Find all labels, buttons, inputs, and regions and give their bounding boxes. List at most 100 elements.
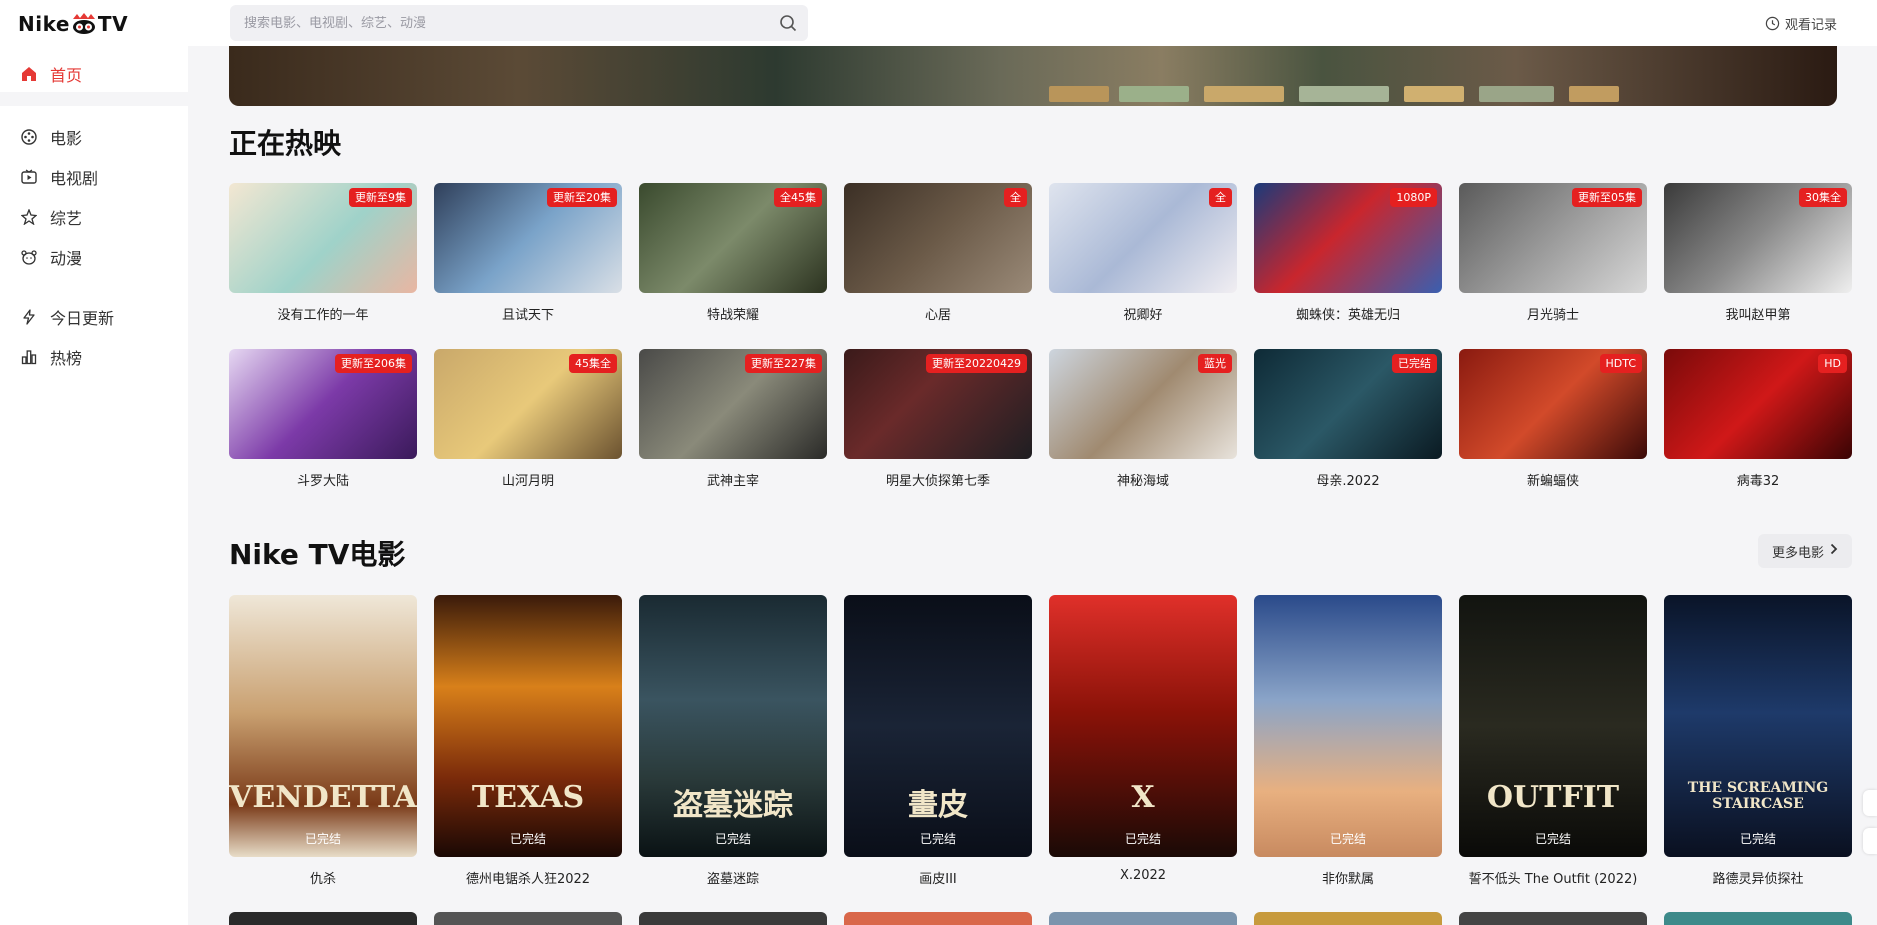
card-title[interactable]: 路德灵异侦探社: [1664, 868, 1852, 887]
partial-poster[interactable]: [434, 912, 622, 925]
card-title[interactable]: 祝卿好: [1049, 304, 1237, 323]
partial-poster[interactable]: [229, 912, 417, 925]
movie-card[interactable]: 盗墓迷踪 已完结盗墓迷踪: [639, 595, 827, 887]
nav-tv[interactable]: 电视剧: [20, 165, 98, 189]
partial-poster[interactable]: [1049, 912, 1237, 925]
now-playing-card[interactable]: 全45集特战荣耀: [639, 183, 827, 323]
card-title[interactable]: 誓不低头 The Outfit (2022): [1459, 868, 1647, 887]
now-playing-card[interactable]: HD 病毒32: [1664, 349, 1852, 489]
now-playing-card[interactable]: 全心居: [844, 183, 1032, 323]
card-title[interactable]: 非你默属: [1254, 868, 1442, 887]
card-title[interactable]: 病毒32: [1664, 470, 1852, 489]
now-playing-card[interactable]: 更新至9集没有工作的一年: [229, 183, 417, 323]
now-playing-card[interactable]: 45集全山河月明: [434, 349, 622, 489]
movie-card[interactable]: TEXAS 已完结德州电锯杀人狂2022: [434, 595, 622, 887]
movie-card[interactable]: X 已完结 X.2022: [1049, 595, 1237, 883]
movie-poster[interactable]: VENDETTA 已完结: [229, 595, 417, 857]
card-title[interactable]: 德州电锯杀人狂2022: [434, 868, 622, 887]
movie-card[interactable]: VENDETTA 已完结仇杀: [229, 595, 417, 887]
search-icon[interactable]: [768, 5, 808, 41]
now-playing-card[interactable]: 全祝卿好: [1049, 183, 1237, 323]
now-playing-card[interactable]: 30集全我叫赵甲第: [1664, 183, 1852, 323]
movie-poster[interactable]: 盗墓迷踪 已完结: [639, 595, 827, 857]
movie-poster[interactable]: THE SCREAMING STAIRCASE 已完结: [1664, 595, 1852, 857]
card-title[interactable]: 蜘蛛侠：英雄无归: [1254, 304, 1442, 323]
movie-card[interactable]: 畫皮 已完结画皮III: [844, 595, 1032, 887]
feedback-icon[interactable]: [1863, 828, 1877, 854]
now-playing-card[interactable]: 更新至20220429 明星大侦探第七季: [844, 349, 1032, 489]
card-title[interactable]: 且试天下: [434, 304, 622, 323]
nav-anime[interactable]: 动漫: [20, 245, 82, 269]
poster-thumbnail[interactable]: HDTC: [1459, 349, 1647, 459]
partial-poster[interactable]: [844, 912, 1032, 925]
card-title[interactable]: 明星大侦探第七季: [844, 470, 1032, 489]
now-playing-card[interactable]: 已完结母亲.2022: [1254, 349, 1442, 489]
search-input[interactable]: [230, 15, 768, 31]
poster-thumbnail[interactable]: 更新至9集: [229, 183, 417, 293]
card-title[interactable]: 武神主宰: [639, 470, 827, 489]
card-title[interactable]: 我叫赵甲第: [1664, 304, 1852, 323]
now-playing-card[interactable]: HDTC 新蝙蝠侠: [1459, 349, 1647, 489]
poster-thumbnail[interactable]: 更新至05集: [1459, 183, 1647, 293]
movie-card[interactable]: OUTFIT 已完结誓不低头 The Outfit (2022): [1459, 595, 1647, 887]
movie-poster[interactable]: OUTFIT 已完结: [1459, 595, 1647, 857]
card-title[interactable]: 神秘海域: [1049, 470, 1237, 489]
nav-movies-label: 电影: [50, 129, 83, 148]
nav-today[interactable]: 今日更新: [20, 305, 114, 329]
poster-title-art: OUTFIT: [1486, 780, 1620, 815]
poster-thumbnail[interactable]: 已完结: [1254, 349, 1442, 459]
nav-movies[interactable]: 电影: [20, 125, 82, 149]
poster-thumbnail[interactable]: 30集全: [1664, 183, 1852, 293]
watch-history-link[interactable]: 观看记录: [1765, 14, 1837, 33]
movie-poster[interactable]: TEXAS 已完结: [434, 595, 622, 857]
nav-variety[interactable]: 综艺: [20, 205, 82, 229]
card-title[interactable]: 没有工作的一年: [229, 304, 417, 323]
poster-thumbnail[interactable]: HD: [1664, 349, 1852, 459]
partial-poster[interactable]: [1664, 912, 1852, 925]
card-title[interactable]: 特战荣耀: [639, 304, 827, 323]
nav-hot[interactable]: 热榜: [20, 345, 82, 369]
poster-thumbnail[interactable]: 更新至20集: [434, 183, 622, 293]
poster-thumbnail[interactable]: 更新至206集: [229, 349, 417, 459]
card-title[interactable]: 新蝙蝠侠: [1459, 470, 1647, 489]
site-logo[interactable]: Nike TV: [18, 12, 128, 36]
now-playing-card[interactable]: 更新至20集且试天下: [434, 183, 622, 323]
poster-thumbnail[interactable]: 全45集: [639, 183, 827, 293]
movie-poster[interactable]: 畫皮 已完结: [844, 595, 1032, 857]
movie-card[interactable]: 已完结 非你默属: [1254, 595, 1442, 887]
poster-title-art: X: [1131, 780, 1155, 815]
movie-poster[interactable]: X 已完结: [1049, 595, 1237, 857]
poster-thumbnail[interactable]: 更新至227集: [639, 349, 827, 459]
card-title[interactable]: 仇杀: [229, 868, 417, 887]
more-movies-button[interactable]: 更多电影: [1757, 534, 1852, 568]
now-playing-card[interactable]: 1080P 蜘蛛侠：英雄无归: [1254, 183, 1442, 323]
poster-thumbnail[interactable]: 蓝光: [1049, 349, 1237, 459]
card-title[interactable]: 画皮III: [844, 868, 1032, 887]
card-title[interactable]: 母亲.2022: [1254, 470, 1442, 489]
now-playing-card[interactable]: 更新至227集武神主宰: [639, 349, 827, 489]
partial-poster[interactable]: [639, 912, 827, 925]
poster-title-art: TEXAS: [471, 780, 585, 815]
poster-thumbnail[interactable]: 全: [1049, 183, 1237, 293]
partial-poster[interactable]: [1459, 912, 1647, 925]
theme-toggle-icon[interactable]: [1863, 790, 1877, 816]
poster-thumbnail[interactable]: 45集全: [434, 349, 622, 459]
card-title[interactable]: 盗墓迷踪: [639, 868, 827, 887]
hero-banner[interactable]: [229, 46, 1837, 106]
movie-poster[interactable]: 已完结: [1254, 595, 1442, 857]
episode-badge: 更新至227集: [745, 354, 822, 373]
poster-thumbnail[interactable]: 1080P: [1254, 183, 1442, 293]
card-title[interactable]: 月光骑士: [1459, 304, 1647, 323]
partial-poster[interactable]: [1254, 912, 1442, 925]
card-title[interactable]: 山河月明: [434, 470, 622, 489]
nav-home[interactable]: 首页: [20, 62, 82, 86]
now-playing-card[interactable]: 蓝光 神秘海域: [1049, 349, 1237, 489]
card-title[interactable]: X.2022: [1049, 868, 1237, 883]
now-playing-card[interactable]: 更新至05集月光骑士: [1459, 183, 1647, 323]
poster-thumbnail[interactable]: 更新至20220429: [844, 349, 1032, 459]
movie-card[interactable]: THE SCREAMING STAIRCASE 已完结路德灵异侦探社: [1664, 595, 1852, 887]
poster-thumbnail[interactable]: 全: [844, 183, 1032, 293]
now-playing-card[interactable]: 更新至206集斗罗大陆: [229, 349, 417, 489]
card-title[interactable]: 斗罗大陆: [229, 470, 417, 489]
card-title[interactable]: 心居: [844, 304, 1032, 323]
